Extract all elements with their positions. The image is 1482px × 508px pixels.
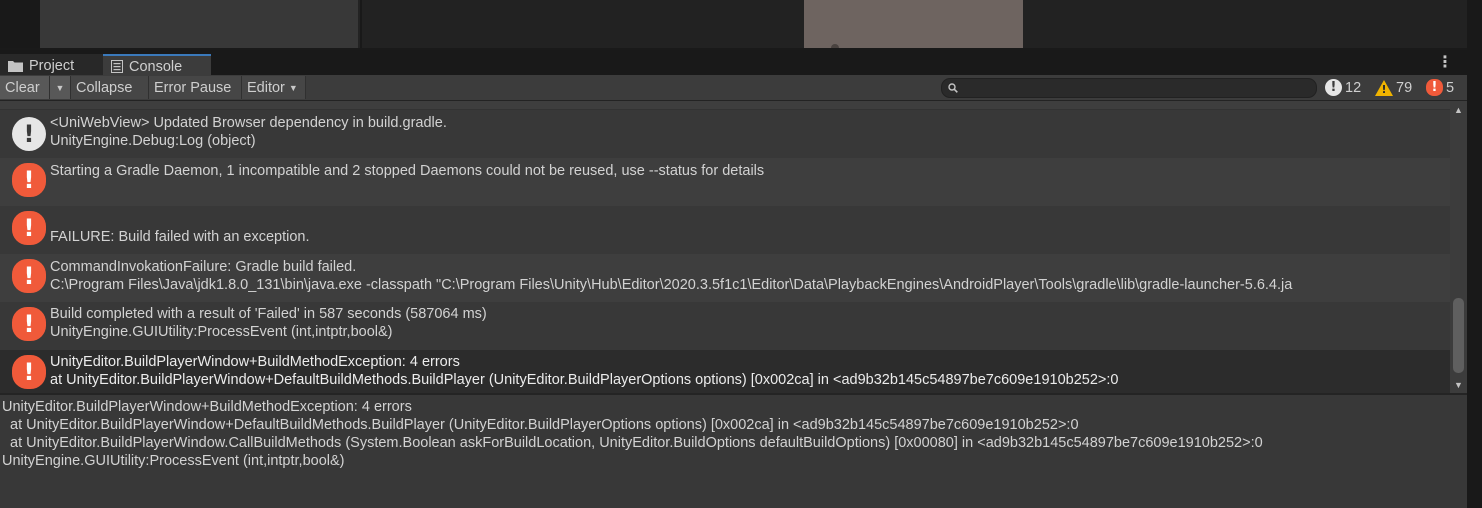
info-icon: ! [12, 117, 46, 151]
editor-target-dropdown[interactable]: Editor ▼ [242, 76, 306, 99]
log-entry-selected[interactable]: ! UnityEditor.BuildPlayerWindow+BuildMet… [0, 350, 1450, 393]
chevron-down-icon: ▼ [288, 82, 298, 93]
scrollbar-thumb[interactable] [1453, 298, 1464, 373]
tab-console[interactable]: Console [103, 54, 211, 77]
console-tab-bar: Project Console ⋮ [0, 48, 1467, 77]
error-icon: ! [12, 163, 46, 197]
log-message: UnityEditor.BuildPlayerWindow+BuildMetho… [50, 354, 460, 370]
right-edge-strip [1467, 0, 1482, 508]
warning-count-toggle[interactable]: ! 79 [1375, 76, 1412, 99]
error-icon: ! [12, 211, 46, 245]
tab-project-label: Project [29, 57, 75, 74]
tab-console-label: Console [129, 58, 183, 75]
log-entry[interactable]: ! <UniWebView> Updated Browser dependenc… [0, 110, 1450, 158]
stack-trace-line: UnityEditor.BuildPlayerWindow+BuildMetho… [2, 399, 412, 415]
stack-trace-pane[interactable]: UnityEditor.BuildPlayerWindow+BuildMetho… [0, 395, 1467, 508]
game-preview [804, 0, 1023, 48]
error-count: 5 [1446, 79, 1455, 96]
clear-button[interactable]: Clear [0, 76, 50, 99]
more-options-icon[interactable]: ⋮ [1437, 55, 1453, 71]
stack-trace-line: at UnityEditor.BuildPlayerWindow+Default… [2, 417, 1079, 433]
error-icon: ! [1426, 79, 1443, 96]
search-icon [948, 83, 958, 93]
tab-project[interactable]: Project [0, 54, 103, 77]
error-pause-toggle[interactable]: Error Pause [149, 76, 242, 99]
scroll-up-icon[interactable]: ▲ [1450, 105, 1467, 115]
error-count-toggle[interactable]: ! 5 [1426, 76, 1454, 99]
chevron-down-icon: ▼ [55, 82, 65, 93]
collapse-toggle[interactable]: Collapse [71, 76, 149, 99]
log-scrollbar[interactable]: ▲ ▼ [1450, 101, 1467, 393]
editor-target-label: Editor [247, 79, 285, 96]
warning-icon: ! [1375, 79, 1393, 96]
console-toolbar: Clear ▼ Collapse Error Pause Editor ▼ ! … [0, 75, 1467, 101]
error-icon: ! [12, 259, 46, 293]
log-message: Build completed with a result of 'Failed… [50, 306, 487, 322]
log-message: Starting a Gradle Daemon, 1 incompatible… [50, 163, 765, 179]
hierarchy-panel-strip [40, 0, 360, 48]
error-icon: ! [12, 355, 46, 389]
info-count-toggle[interactable]: ! 12 [1325, 76, 1361, 99]
log-stack: UnityEngine.Debug:Log (object) [50, 133, 256, 149]
log-stack: C:\Program Files\Java\jdk1.8.0_131\bin\j… [50, 277, 1293, 293]
log-entry[interactable]: ! FAILURE: Build failed with an exceptio… [0, 206, 1450, 254]
scroll-down-icon[interactable]: ▼ [1450, 380, 1467, 390]
info-count: 12 [1345, 79, 1362, 96]
log-list[interactable]: ! <UniWebView> Updated Browser dependenc… [0, 101, 1450, 393]
error-icon: ! [12, 307, 46, 341]
log-message: <UniWebView> Updated Browser dependency … [50, 115, 447, 131]
log-stack: FAILURE: Build failed with an exception. [50, 229, 310, 245]
folder-icon [8, 60, 23, 72]
log-entry[interactable]: ! Starting a Gradle Daemon, 1 incompatib… [0, 158, 1450, 206]
search-input[interactable] [962, 80, 1292, 96]
stack-trace-line: at UnityEditor.BuildPlayerWindow.CallBui… [2, 435, 1263, 451]
log-entry[interactable]: ! Build completed with a result of 'Fail… [0, 302, 1450, 350]
clear-options-dropdown[interactable]: ▼ [50, 76, 71, 99]
info-icon: ! [1325, 79, 1342, 96]
console-icon [111, 60, 123, 73]
log-row-partial[interactable] [0, 101, 1450, 110]
log-entry[interactable]: ! CommandInvokationFailure: Gradle build… [0, 254, 1450, 302]
log-message: CommandInvokationFailure: Gradle build f… [50, 259, 357, 275]
warning-count: 79 [1396, 79, 1413, 96]
search-field[interactable] [941, 78, 1317, 98]
log-stack: UnityEngine.GUIUtility:ProcessEvent (int… [50, 324, 393, 340]
log-stack: at UnityEditor.BuildPlayerWindow+Default… [50, 372, 1119, 388]
stack-trace-line: UnityEngine.GUIUtility:ProcessEvent (int… [2, 453, 345, 469]
